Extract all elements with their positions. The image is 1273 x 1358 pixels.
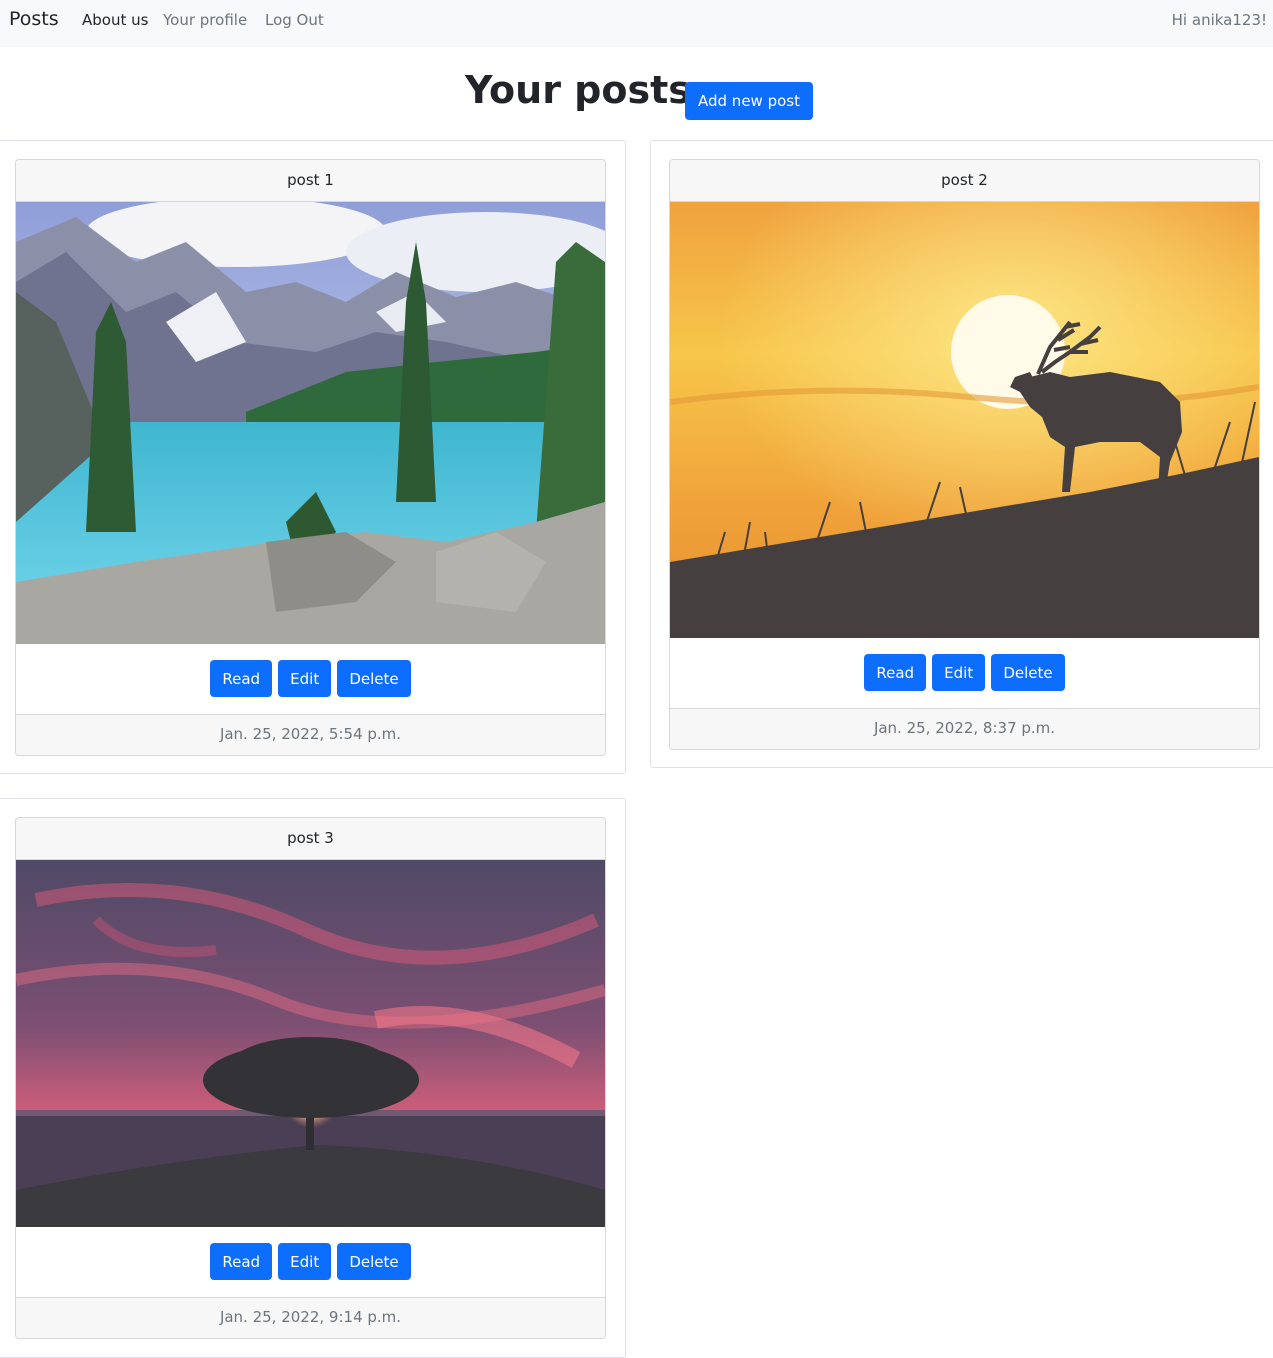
post-actions: Read Edit Delete	[16, 1227, 605, 1297]
navbar: Posts About us Your profile Log Out Hi a…	[0, 0, 1273, 47]
post-card: post 2 Read Edit Delete Jan. 25, 2022, 8…	[669, 159, 1260, 750]
user-greeting: Hi anika123!	[1171, 11, 1267, 29]
post-date: Jan. 25, 2022, 5:54 p.m.	[16, 714, 605, 755]
post-actions: Read Edit Delete	[670, 638, 1259, 708]
add-new-post-button[interactable]: Add new post	[685, 82, 813, 120]
post-container: post 3 Read Edit Delete Jan. 25, 2022, 9…	[0, 798, 626, 1358]
nav-link-log-out[interactable]: Log Out	[265, 11, 324, 29]
post-image-mountain-lake	[16, 202, 605, 644]
post-image-deer-sunset	[670, 202, 1259, 638]
nav-link-about-us[interactable]: About us	[82, 11, 148, 29]
post-image-tree-sunset	[16, 860, 605, 1227]
brand-link[interactable]: Posts	[9, 8, 59, 30]
nav-link-your-profile[interactable]: Your profile	[163, 11, 247, 29]
read-button[interactable]: Read	[210, 1243, 273, 1280]
edit-button[interactable]: Edit	[278, 1243, 332, 1280]
edit-button[interactable]: Edit	[278, 660, 332, 697]
post-container: post 2 Read Edit Delete Jan. 25, 2022, 8…	[650, 140, 1273, 768]
page-title: Your posts	[465, 68, 691, 112]
post-date: Jan. 25, 2022, 9:14 p.m.	[16, 1297, 605, 1338]
post-card: post 1 Read Edit Delete Jan. 25, 2022, 5…	[15, 159, 606, 756]
post-title: post 1	[16, 160, 605, 202]
post-card: post 3 Read Edit Delete Jan. 25, 2022, 9…	[15, 817, 606, 1339]
delete-button[interactable]: Delete	[991, 654, 1065, 691]
post-title: post 3	[16, 818, 605, 860]
read-button[interactable]: Read	[864, 654, 927, 691]
delete-button[interactable]: Delete	[337, 660, 411, 697]
post-title: post 2	[670, 160, 1259, 202]
post-actions: Read Edit Delete	[16, 644, 605, 714]
delete-button[interactable]: Delete	[337, 1243, 411, 1280]
edit-button[interactable]: Edit	[932, 654, 986, 691]
post-container: post 1 Read Edit Delete Jan. 25, 2022, 5…	[0, 140, 626, 774]
read-button[interactable]: Read	[210, 660, 273, 697]
post-date: Jan. 25, 2022, 8:37 p.m.	[670, 708, 1259, 749]
